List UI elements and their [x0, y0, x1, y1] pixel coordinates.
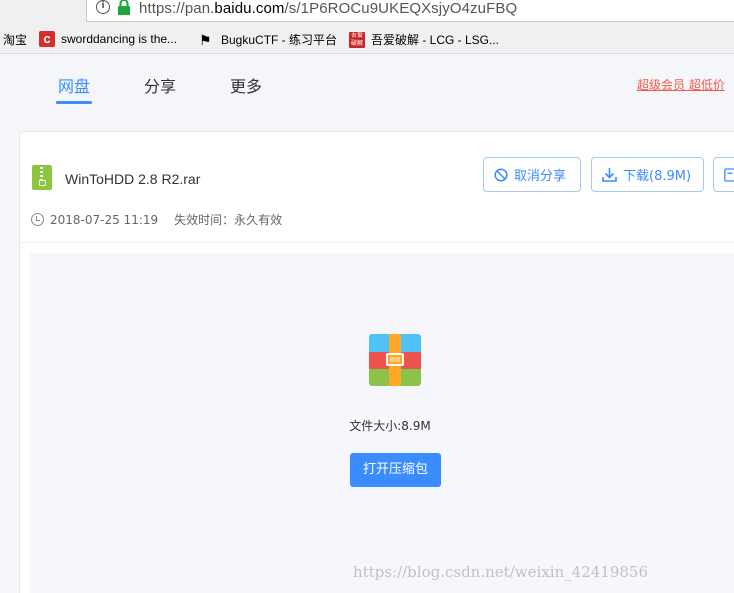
url-field[interactable]: i https://pan.baidu.com/s/1P6ROCu9UKEQXs…	[86, 0, 734, 22]
tab-netdisk[interactable]: 网盘	[58, 73, 90, 97]
watermark: https://blog.csdn.net/weixin_42419856	[353, 563, 649, 581]
info-icon[interactable]: i	[96, 0, 110, 14]
c-logo-icon: c	[39, 31, 55, 47]
bookmarks-bar: 淘宝 c sworddancing is the... ⚑ BugkuCTF -…	[0, 24, 734, 54]
more-actions-button[interactable]	[713, 157, 734, 192]
bookmark-taobao[interactable]: 淘宝	[3, 31, 27, 48]
file-meta: 2018-07-25 11:19 失效时间：永久有效	[31, 211, 282, 228]
flag-icon: ⚑	[199, 31, 212, 48]
expire-time: 失效时间：永久有效	[174, 213, 283, 227]
active-tab-indicator	[56, 101, 92, 104]
open-archive-button[interactable]: 打开压缩包	[350, 453, 441, 487]
download-button[interactable]: 下载(8.9M)	[591, 157, 704, 192]
archive-icon	[369, 334, 421, 386]
cancel-share-button[interactable]: 取消分享	[483, 157, 581, 192]
bookmark-bugkuctf[interactable]: ⚑ BugkuCTF - 练习平台	[199, 31, 337, 48]
bookmark-sworddancing[interactable]: c sworddancing is the...	[39, 31, 177, 47]
file-preview-area: 文件大小:8.9M 打开压缩包	[30, 253, 734, 593]
site-header: 网盘 分享 更多 超级会员 超低价	[0, 55, 734, 115]
url-text: https://pan.baidu.com/s/1P6ROCu9UKEQXsjy…	[139, 0, 518, 17]
clock-icon	[31, 213, 44, 226]
file-size: 文件大小:8.9M	[349, 419, 431, 433]
file-name: WinToHDD 2.8 R2.rar	[65, 171, 201, 187]
lcg-icon: 吾爱 破解	[349, 31, 365, 48]
share-card: WinToHDD 2.8 R2.rar 取消分享 下载(8.9M) 2018-0…	[19, 131, 734, 593]
divider	[20, 242, 734, 243]
tab-share[interactable]: 分享	[144, 73, 176, 97]
share-date: 2018-07-25 11:19	[50, 212, 159, 227]
bookmark-52pojie[interactable]: 吾爱 破解 吾爱破解 - LCG - LSG...	[349, 31, 499, 48]
vip-link[interactable]: 超级会员 超低价	[637, 76, 725, 93]
lock-icon	[118, 0, 130, 15]
cancel-icon	[494, 167, 508, 182]
tab-more[interactable]: 更多	[230, 73, 262, 97]
download-icon	[602, 168, 617, 182]
zip-file-icon	[32, 165, 52, 190]
browser-address-bar: i https://pan.baidu.com/s/1P6ROCu9UKEQXs…	[0, 0, 734, 24]
more-icon	[724, 167, 734, 182]
